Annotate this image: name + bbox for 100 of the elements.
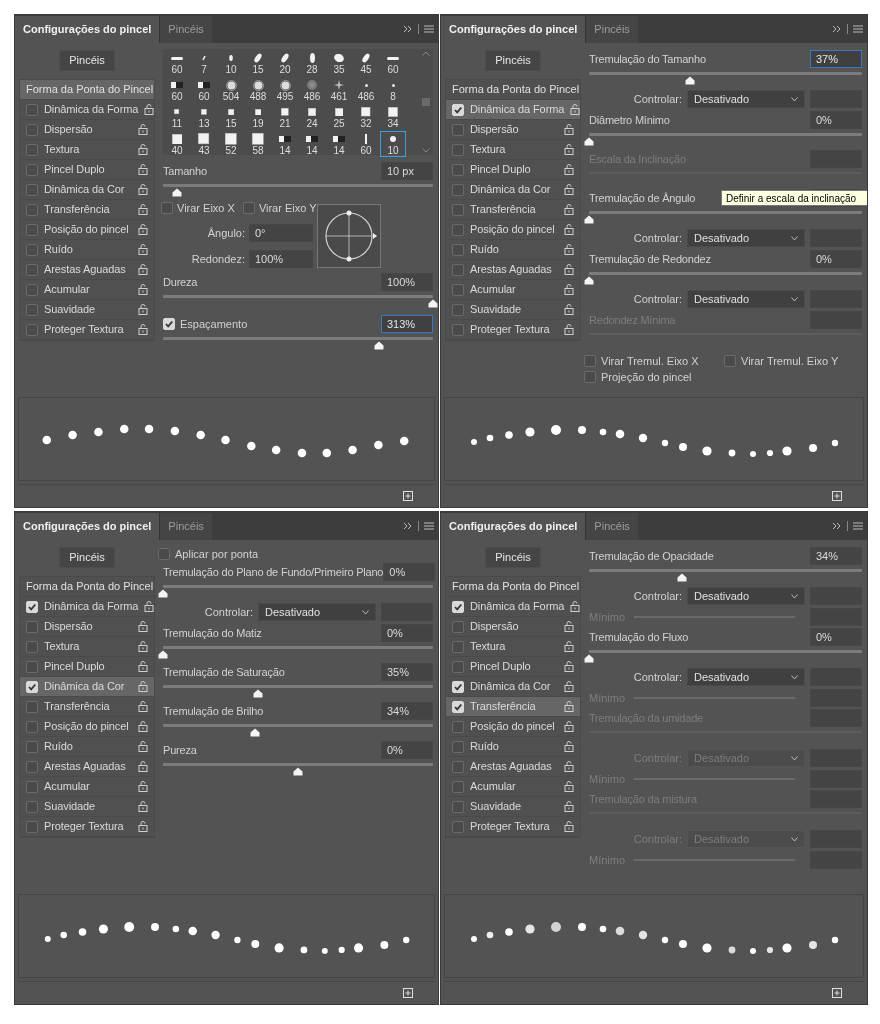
lock-icon[interactable]	[138, 204, 148, 215]
checkbox[interactable]	[452, 263, 464, 276]
checkbox[interactable]	[26, 820, 38, 833]
lock-icon[interactable]	[564, 264, 574, 275]
checkbox[interactable]	[26, 323, 38, 336]
dropdown[interactable]: Desativado	[687, 290, 805, 308]
sidebar-item[interactable]: Arestas Aguadas	[20, 757, 154, 777]
tab[interactable]: Configurações do pincel	[15, 513, 160, 540]
new-brush-icon[interactable]	[403, 490, 413, 501]
checkbox[interactable]	[26, 760, 38, 773]
lock-icon[interactable]	[138, 304, 148, 315]
checkbox[interactable]	[26, 283, 38, 296]
brushes-button[interactable]: Pincéis	[59, 50, 115, 71]
checkbox[interactable]	[452, 323, 464, 336]
sidebar-item[interactable]: Forma da Ponta do Pincel	[20, 577, 154, 597]
checkbox[interactable]	[452, 800, 464, 813]
lock-icon[interactable]	[138, 324, 148, 335]
checkbox[interactable]	[26, 700, 38, 713]
checkbox[interactable]	[26, 223, 38, 236]
sidebar-item[interactable]: Transferência	[446, 200, 580, 220]
input-field[interactable]: 34%	[810, 547, 862, 565]
sidebar-item[interactable]: Dinâmica da Forma	[20, 597, 154, 617]
lock-icon[interactable]	[144, 601, 155, 612]
tab[interactable]: Pincéis	[159, 16, 212, 43]
brush-preset[interactable]: 8	[380, 77, 406, 103]
sidebar-item[interactable]: Textura	[446, 637, 580, 657]
brushes-button[interactable]: Pincéis	[59, 547, 115, 568]
brush-preset[interactable]: 14	[299, 131, 325, 157]
brush-preset[interactable]: 495	[272, 77, 298, 103]
lock-icon[interactable]	[564, 224, 574, 235]
checkbox[interactable]	[452, 223, 464, 236]
sidebar-item[interactable]: Suavidade	[20, 300, 154, 320]
checkbox[interactable]	[452, 660, 464, 673]
lock-icon[interactable]	[138, 821, 148, 832]
lock-icon[interactable]	[138, 661, 148, 672]
brush-preset[interactable]: 7	[191, 50, 217, 76]
menu-icon[interactable]	[424, 522, 434, 530]
dropdown[interactable]: Desativado	[258, 603, 376, 621]
checkbox[interactable]	[26, 163, 38, 176]
sidebar-item[interactable]: Transferência	[20, 200, 154, 220]
sidebar-item[interactable]: Dinâmica da Forma	[446, 597, 580, 617]
sidebar-item[interactable]: Acumular	[20, 777, 154, 797]
checkbox[interactable]	[452, 780, 464, 793]
sidebar-item[interactable]: Arestas Aguadas	[446, 757, 580, 777]
checkbox[interactable]	[26, 103, 38, 116]
input-field[interactable]: 100%	[249, 250, 313, 268]
scrollbar-thumb[interactable]	[422, 98, 430, 106]
tab[interactable]: Configurações do pincel	[441, 16, 586, 43]
menu-icon[interactable]	[853, 25, 863, 33]
sidebar-item[interactable]: Textura	[20, 637, 154, 657]
dropdown[interactable]: Desativado	[687, 587, 805, 605]
new-brush-icon[interactable]	[403, 987, 413, 998]
brush-preset[interactable]: 11	[164, 104, 190, 130]
checkbox[interactable]	[452, 243, 464, 256]
brush-preset[interactable]: 19	[245, 104, 271, 130]
lock-icon[interactable]	[564, 721, 574, 732]
brush-preset[interactable]: 14	[326, 131, 352, 157]
lock-icon[interactable]	[564, 124, 574, 135]
lock-icon[interactable]	[564, 284, 574, 295]
brush-preset[interactable]: 20	[272, 50, 298, 76]
checkbox[interactable]	[452, 143, 464, 156]
double-chevron-icon[interactable]	[403, 522, 413, 530]
lock-icon[interactable]	[144, 104, 155, 115]
brush-preset[interactable]: 60	[164, 77, 190, 103]
lock-icon[interactable]	[138, 284, 148, 295]
input-field[interactable]: 0%	[383, 563, 436, 581]
checkbox[interactable]	[242, 202, 255, 214]
checkbox[interactable]	[452, 123, 464, 136]
tab[interactable]: Pincéis	[585, 513, 638, 540]
scrollbar[interactable]	[419, 49, 433, 155]
lock-icon[interactable]	[564, 204, 574, 215]
angle-roundness-widget[interactable]	[317, 204, 381, 268]
brush-preset[interactable]: 60	[164, 50, 190, 76]
dropdown[interactable]: Desativado	[687, 229, 805, 247]
sidebar-item[interactable]: Proteger Textura	[20, 320, 154, 340]
checkbox[interactable]	[452, 720, 464, 733]
lock-icon[interactable]	[564, 821, 574, 832]
lock-icon[interactable]	[138, 761, 148, 772]
checkbox[interactable]	[26, 203, 38, 216]
checkbox[interactable]	[452, 183, 464, 196]
brush-preset[interactable]: 35	[326, 50, 352, 76]
lock-icon[interactable]	[570, 104, 581, 115]
sidebar-item[interactable]: Textura	[446, 140, 580, 160]
lock-icon[interactable]	[138, 681, 148, 692]
new-brush-icon[interactable]	[832, 987, 842, 998]
checkbox[interactable]	[26, 720, 38, 733]
brush-preset[interactable]: 486	[299, 77, 325, 103]
sidebar-item[interactable]: Dinâmica da Cor	[20, 677, 154, 697]
sidebar-item[interactable]: Forma da Ponta do Pincel	[20, 80, 154, 100]
checkbox[interactable]	[26, 243, 38, 256]
sidebar-item[interactable]: Dinâmica da Cor	[20, 180, 154, 200]
brush-preset[interactable]: 32	[353, 104, 379, 130]
sidebar-item[interactable]: Ruído	[20, 240, 154, 260]
lock-icon[interactable]	[138, 144, 148, 155]
lock-icon[interactable]	[564, 324, 574, 335]
checkbox[interactable]	[452, 283, 464, 296]
checkbox[interactable]	[26, 303, 38, 316]
input-field[interactable]: 37%	[810, 50, 862, 68]
tab[interactable]: Configurações do pincel	[15, 16, 160, 43]
checkbox[interactable]	[161, 202, 173, 214]
